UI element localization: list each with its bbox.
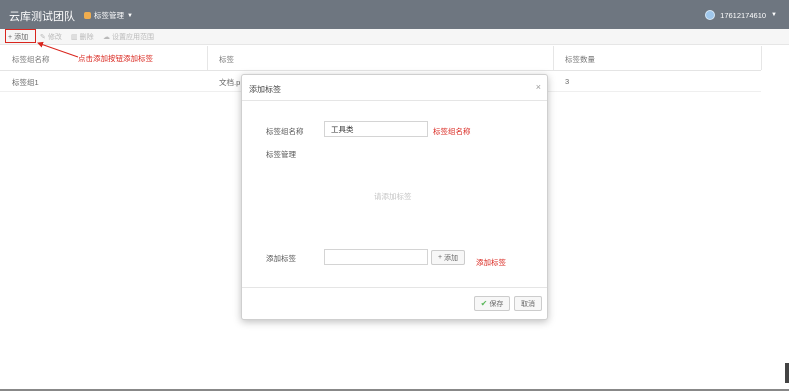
column-divider bbox=[553, 46, 554, 70]
add-tag-input[interactable] bbox=[324, 249, 428, 265]
column-divider bbox=[761, 46, 762, 70]
cancel-button-label: 取消 bbox=[521, 300, 535, 308]
dialog-footer-divider bbox=[242, 287, 547, 288]
add-tag-label: 添加标签 bbox=[266, 254, 296, 263]
add-tag-annotation: 添加标签 bbox=[476, 258, 506, 267]
close-icon[interactable]: × bbox=[536, 82, 541, 92]
cell-tag-count: 3 bbox=[565, 77, 570, 86]
column-header-tag-count: 标签数量 bbox=[565, 55, 595, 64]
cancel-button[interactable]: 取消 bbox=[514, 296, 542, 311]
tag-manage-label: 标签管理 bbox=[266, 150, 296, 159]
plus-icon: + bbox=[437, 254, 443, 261]
scrollbar-thumb[interactable] bbox=[785, 363, 789, 383]
cell-tags: 文档.p bbox=[219, 78, 241, 87]
group-name-input[interactable] bbox=[324, 121, 428, 137]
add-tag-button[interactable]: + 添加 bbox=[431, 250, 465, 265]
save-button[interactable]: ✔ 保存 bbox=[474, 296, 510, 311]
empty-tags-hint: 请添加标签 bbox=[374, 192, 412, 201]
column-header-tags: 标签 bbox=[219, 55, 234, 64]
group-name-label: 标签组名称 bbox=[266, 127, 304, 136]
save-button-label: 保存 bbox=[489, 300, 504, 308]
cell-group-name: 标签组1 bbox=[12, 78, 39, 87]
group-name-annotation: 标签组名称 bbox=[433, 127, 471, 136]
column-header-group-name: 标签组名称 bbox=[12, 55, 50, 64]
dialog-header: 添加标签 × bbox=[242, 75, 547, 101]
add-tag-dialog: 添加标签 × 标签组名称 标签组名称 标签管理 请添加标签 添加标签 + 添加 … bbox=[241, 74, 548, 320]
add-tag-button-label: 添加 bbox=[444, 254, 459, 262]
table-header: 标签组名称 标签 标签数量 bbox=[0, 46, 761, 71]
dialog-title: 添加标签 bbox=[249, 85, 281, 94]
checkmark-icon: ✔ bbox=[480, 299, 488, 308]
column-divider bbox=[207, 46, 208, 70]
